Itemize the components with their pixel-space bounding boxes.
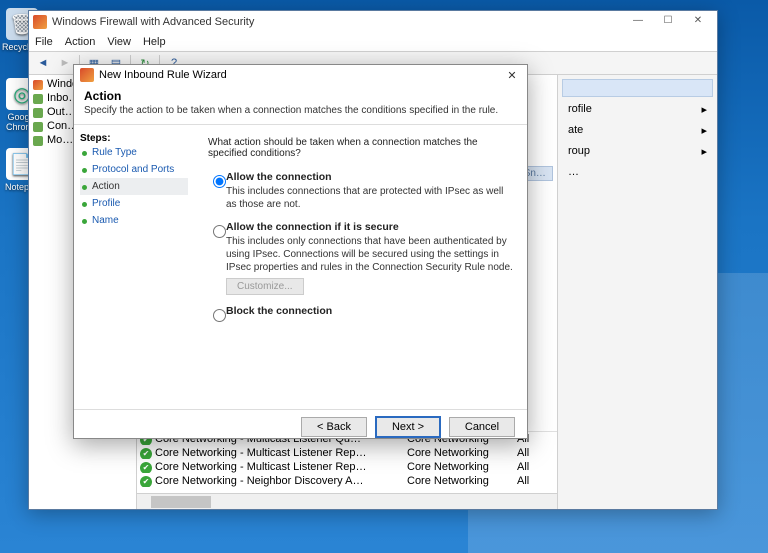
option-allow-secure[interactable]: Allow the connection if it is secure Thi… bbox=[208, 221, 513, 295]
action-item[interactable]: … bbox=[562, 162, 713, 182]
customize-button: Customize... bbox=[226, 278, 304, 295]
step-action[interactable]: Action bbox=[80, 178, 188, 195]
firewall-icon bbox=[33, 15, 47, 29]
actions-panel: rofile▸ ate▸ roup▸ … bbox=[557, 75, 717, 509]
wizard-question: What action should be taken when a conne… bbox=[208, 137, 513, 159]
chevron-right-icon: ▸ bbox=[701, 103, 707, 116]
table-row[interactable]: Core Networking - Neighbor Discovery A…C… bbox=[137, 474, 557, 488]
forward-button[interactable]: ► bbox=[55, 54, 75, 72]
cancel-button[interactable]: Cancel bbox=[449, 417, 515, 437]
back-button[interactable]: ◄ bbox=[33, 54, 53, 72]
wizard-heading: Action bbox=[84, 89, 517, 103]
horizontal-scrollbar[interactable] bbox=[137, 493, 557, 509]
chevron-right-icon: ▸ bbox=[701, 124, 707, 137]
step-rule-type[interactable]: Rule Type bbox=[80, 144, 188, 161]
chevron-right-icon: ▸ bbox=[701, 145, 707, 158]
wizard-titlebar[interactable]: New Inbound Rule Wizard ✕ bbox=[74, 65, 527, 85]
menu-view[interactable]: View bbox=[107, 36, 131, 48]
step-name[interactable]: Name bbox=[80, 212, 188, 229]
radio-allow-secure[interactable] bbox=[213, 225, 226, 238]
wizard-title: New Inbound Rule Wizard bbox=[99, 69, 227, 81]
maximize-button[interactable]: ☐ bbox=[653, 13, 683, 31]
wizard-steps: Steps: Rule Type Protocol and Ports Acti… bbox=[74, 125, 194, 409]
option-allow-connection[interactable]: Allow the connection This includes conne… bbox=[208, 171, 513, 211]
firewall-icon bbox=[80, 68, 94, 82]
option-block-connection[interactable]: Block the connection bbox=[208, 305, 513, 317]
table-row[interactable]: Core Networking - Multicast Listener Rep… bbox=[137, 460, 557, 474]
action-item[interactable]: ate▸ bbox=[562, 120, 713, 141]
titlebar[interactable]: Windows Firewall with Advanced Security … bbox=[29, 11, 717, 33]
wizard-close-button[interactable]: ✕ bbox=[503, 69, 521, 82]
menu-file[interactable]: File bbox=[35, 36, 53, 48]
back-button[interactable]: < Back bbox=[301, 417, 367, 437]
menubar: File Action View Help bbox=[29, 33, 717, 51]
window-title: Windows Firewall with Advanced Security bbox=[52, 16, 254, 28]
new-inbound-rule-wizard: New Inbound Rule Wizard ✕ Action Specify… bbox=[73, 64, 528, 439]
menu-help[interactable]: Help bbox=[143, 36, 166, 48]
action-item[interactable]: roup▸ bbox=[562, 141, 713, 162]
wizard-content: What action should be taken when a conne… bbox=[194, 125, 527, 409]
wizard-subheading: Specify the action to be taken when a co… bbox=[84, 105, 517, 116]
step-profile[interactable]: Profile bbox=[80, 195, 188, 212]
table-row[interactable]: Core Networking - Multicast Listener Rep… bbox=[137, 446, 557, 460]
actions-header bbox=[562, 79, 713, 97]
wizard-footer: < Back Next > Cancel bbox=[74, 409, 527, 443]
menu-action[interactable]: Action bbox=[65, 36, 96, 48]
next-button[interactable]: Next > bbox=[375, 416, 441, 438]
step-protocol-ports[interactable]: Protocol and Ports bbox=[80, 161, 188, 178]
wizard-header: Action Specify the action to be taken wh… bbox=[74, 85, 527, 125]
radio-block[interactable] bbox=[213, 309, 226, 322]
action-item[interactable]: rofile▸ bbox=[562, 99, 713, 120]
close-button[interactable]: ✕ bbox=[683, 13, 713, 31]
minimize-button[interactable]: — bbox=[623, 13, 653, 31]
radio-allow[interactable] bbox=[213, 175, 226, 188]
